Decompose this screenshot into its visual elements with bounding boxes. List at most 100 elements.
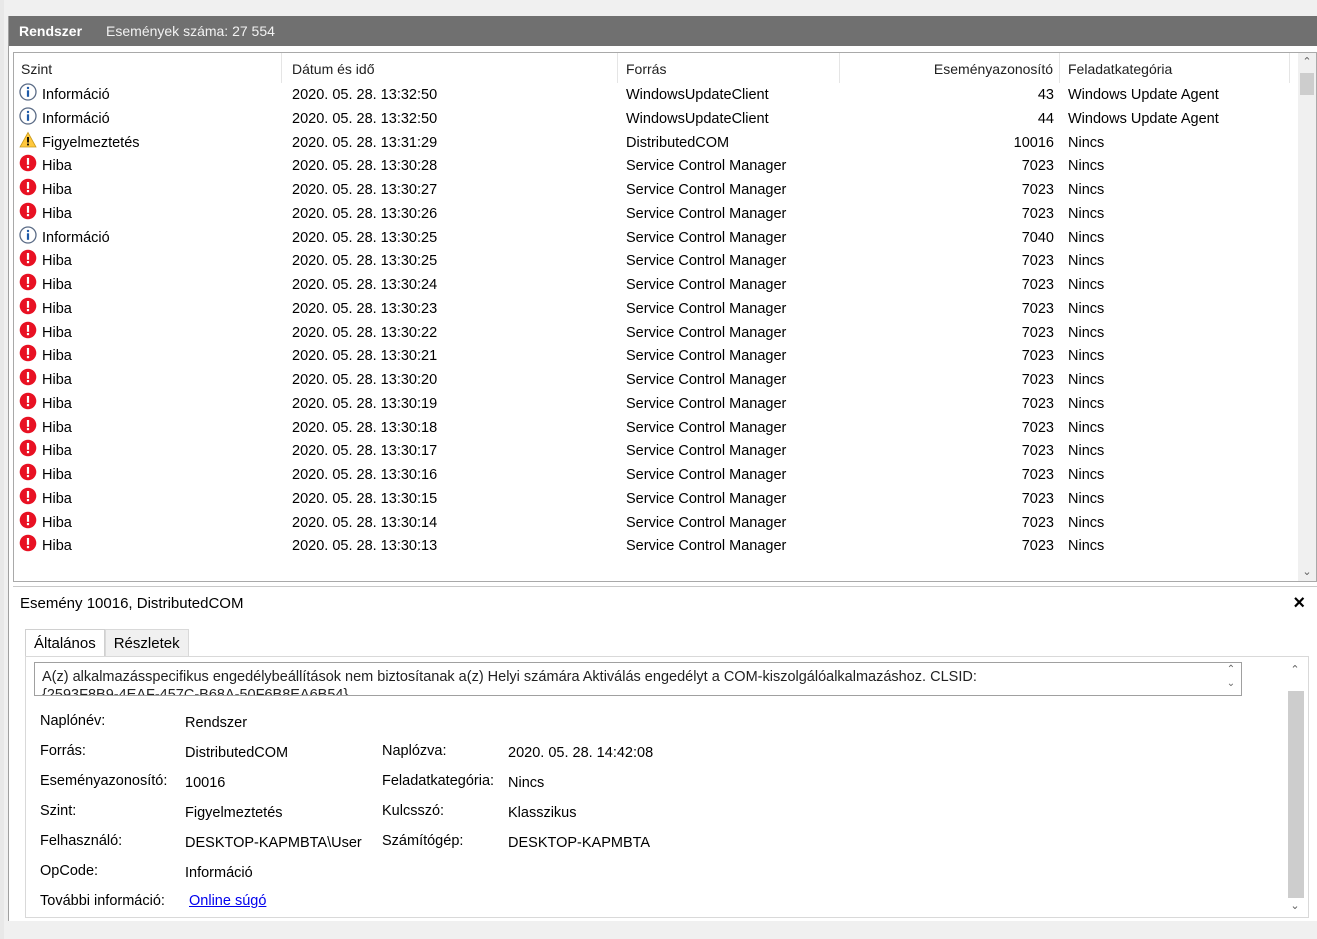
- cell-date: 2020. 05. 28. 13:30:28: [292, 158, 438, 175]
- close-icon[interactable]: ×: [1293, 592, 1305, 614]
- error-icon: [19, 273, 37, 291]
- cell-task-category: Windows Update Agent: [1068, 110, 1219, 127]
- cell-level: Hiba: [42, 300, 72, 317]
- cell-event-id: 7023: [1021, 395, 1054, 412]
- scroll-down-icon[interactable]: ⌄: [1298, 563, 1316, 581]
- table-row[interactable]: Hiba 2020. 05. 28. 13:30:24 Service Contro…: [14, 273, 1290, 297]
- panel-scrollbar[interactable]: ⌃ ⌄: [1286, 657, 1304, 917]
- error-icon: [19, 178, 37, 196]
- table-row[interactable]: Figyelmeztetés 2020. 05. 28. 13:31:29 Dist…: [14, 131, 1290, 155]
- left-edge: [0, 0, 4, 939]
- cell-event-id: 7023: [1021, 182, 1054, 198]
- cell-level: Hiba: [42, 467, 72, 483]
- logged-value: 2020. 05. 28. 14:42:08: [508, 745, 654, 761]
- table-row[interactable]: Hiba 2020. 05. 28. 13:30:15 Service Contro…: [14, 487, 1290, 511]
- table-row[interactable]: Hiba 2020. 05. 28. 13:30:20 Service Contro…: [14, 368, 1290, 392]
- table-row[interactable]: Hiba 2020. 05. 28. 13:30:17 Service Contro…: [14, 439, 1290, 463]
- panel-scroll-up-icon[interactable]: ⌃: [1286, 661, 1304, 679]
- table-row[interactable]: Információ 2020. 05. 28. 13:32:50 WindowsU…: [14, 107, 1290, 131]
- level-label: Szint:: [40, 803, 77, 819]
- task-category-value: Nincs: [508, 775, 545, 791]
- cell-event-id: 7023: [1021, 348, 1054, 365]
- cell-task-category: Nincs: [1068, 419, 1105, 436]
- cell-event-id: 10016: [1013, 134, 1054, 151]
- scroll-up-icon[interactable]: ⌃: [1298, 53, 1316, 71]
- table-row[interactable]: Hiba 2020. 05. 28. 13:30:25 Service Contro…: [14, 249, 1290, 273]
- table-row[interactable]: Információ 2020. 05. 28. 13:30:25 Service …: [14, 225, 1290, 250]
- keyword-label: Kulcsszó:: [382, 803, 445, 819]
- cell-event-id: 7023: [1021, 253, 1054, 270]
- event-message-line2: {2593F8B9-4EAF-457C-B68A-50F6B8EA6B54}: [42, 687, 349, 696]
- cell-event-id: 7023: [1021, 490, 1054, 507]
- column-header-level[interactable]: Szint: [14, 53, 282, 83]
- cell-event-id: 7023: [1021, 443, 1054, 460]
- column-header-source[interactable]: Forrás: [618, 53, 840, 83]
- panel-scroll-thumb[interactable]: [1288, 691, 1304, 898]
- error-icon: [19, 321, 37, 339]
- error-icon: [19, 416, 37, 434]
- tab-details[interactable]: Részletek: [104, 629, 189, 657]
- error-icon: [19, 439, 37, 457]
- list-scrollbar[interactable]: ⌃ ⌄: [1298, 53, 1316, 581]
- cell-event-id: 7023: [1021, 419, 1054, 436]
- cell-source: Service Control Manager: [626, 490, 787, 507]
- cell-task-category: Nincs: [1068, 300, 1105, 317]
- cell-event-id: 7023: [1021, 467, 1054, 483]
- table-row[interactable]: Hiba 2020. 05. 28. 13:30:21 Service Contro…: [14, 344, 1290, 368]
- cell-task-category: Nincs: [1068, 229, 1105, 246]
- cell-task-category: Nincs: [1068, 348, 1105, 365]
- event-message[interactable]: A(z) alkalmazásspecifikus engedélybeállí…: [34, 662, 1242, 696]
- info-icon: [19, 83, 37, 101]
- cell-date: 2020. 05. 28. 13:30:22: [292, 324, 438, 341]
- task-category-label: Feladatkategória:: [382, 773, 495, 789]
- table-row[interactable]: Hiba 2020. 05. 28. 13:30:23 Service Contro…: [14, 297, 1290, 321]
- cell-date: 2020. 05. 28. 13:30:25: [292, 253, 438, 270]
- cell-source: Service Control Manager: [626, 229, 787, 246]
- table-row[interactable]: Hiba 2020. 05. 28. 13:30:16 Service Contro…: [14, 463, 1290, 487]
- cell-level: Hiba: [42, 514, 72, 531]
- cell-source: DistributedCOM: [626, 134, 730, 151]
- more-info-label: További információ:: [40, 893, 165, 909]
- column-header-task-category[interactable]: Feladatkategória: [1060, 53, 1290, 83]
- table-row[interactable]: Hiba 2020. 05. 28. 13:30:13 Service Contro…: [14, 534, 1290, 558]
- table-row[interactable]: Hiba 2020. 05. 28. 13:30:22 Service Contro…: [14, 321, 1290, 345]
- event-id-value: 10016: [185, 775, 226, 791]
- cell-date: 2020. 05. 28. 13:30:24: [292, 277, 438, 293]
- cell-level: Információ: [42, 110, 110, 127]
- cell-date: 2020. 05. 28. 13:32:50: [292, 110, 438, 127]
- table-row[interactable]: Hiba 2020. 05. 28. 13:30:18 Service Contro…: [14, 416, 1290, 440]
- table-row[interactable]: Hiba 2020. 05. 28. 13:30:27 Service Contro…: [14, 178, 1290, 202]
- tab-general[interactable]: Általános: [25, 629, 105, 659]
- cell-task-category: Nincs: [1068, 324, 1105, 341]
- event-count: Események száma: 27 554: [106, 23, 275, 39]
- cell-event-id: 7023: [1021, 277, 1054, 293]
- panel-scroll-down-icon[interactable]: ⌄: [1286, 897, 1304, 915]
- table-row[interactable]: Hiba 2020. 05. 28. 13:30:26 Service Contro…: [14, 202, 1290, 226]
- cell-event-id: 7023: [1021, 538, 1054, 555]
- online-help-link[interactable]: Online súgó: [189, 893, 266, 909]
- opcode-label: OpCode:: [40, 863, 99, 879]
- cell-date: 2020. 05. 28. 13:30:20: [292, 372, 438, 388]
- cell-date: 2020. 05. 28. 13:30:16: [292, 467, 438, 483]
- column-header-date[interactable]: Dátum és idő: [282, 53, 618, 83]
- error-icon: [19, 463, 37, 481]
- cell-task-category: Nincs: [1068, 490, 1105, 507]
- cell-level: Hiba: [42, 372, 72, 388]
- chevron-up-icon[interactable]: ⌃: [1221, 663, 1241, 677]
- column-header-event-id[interactable]: Eseményazonosító: [840, 53, 1060, 83]
- logged-label: Naplózva:: [382, 743, 447, 759]
- table-row[interactable]: Hiba 2020. 05. 28. 13:30:14 Service Contro…: [14, 511, 1290, 535]
- error-icon: [19, 249, 37, 267]
- cell-source: WindowsUpdateClient: [626, 110, 769, 127]
- message-scrollbar[interactable]: ⌃ ⌄: [1221, 663, 1241, 695]
- table-row[interactable]: Hiba 2020. 05. 28. 13:30:28 Service Contro…: [14, 154, 1290, 178]
- cell-date: 2020. 05. 28. 13:30:17: [292, 443, 438, 460]
- event-list[interactable]: Szint Dátum és idő Forrás Eseményazonosí…: [13, 52, 1317, 582]
- table-row[interactable]: Információ 2020. 05. 28. 13:32:50 WindowsU…: [14, 83, 1290, 107]
- cell-event-id: 7023: [1021, 324, 1054, 341]
- scroll-thumb[interactable]: [1300, 73, 1314, 95]
- cell-source: WindowsUpdateClient: [626, 87, 769, 103]
- chevron-down-icon[interactable]: ⌄: [1221, 677, 1241, 691]
- cell-level: Hiba: [42, 205, 72, 222]
- table-row[interactable]: Hiba 2020. 05. 28. 13:30:19 Service Contro…: [14, 392, 1290, 416]
